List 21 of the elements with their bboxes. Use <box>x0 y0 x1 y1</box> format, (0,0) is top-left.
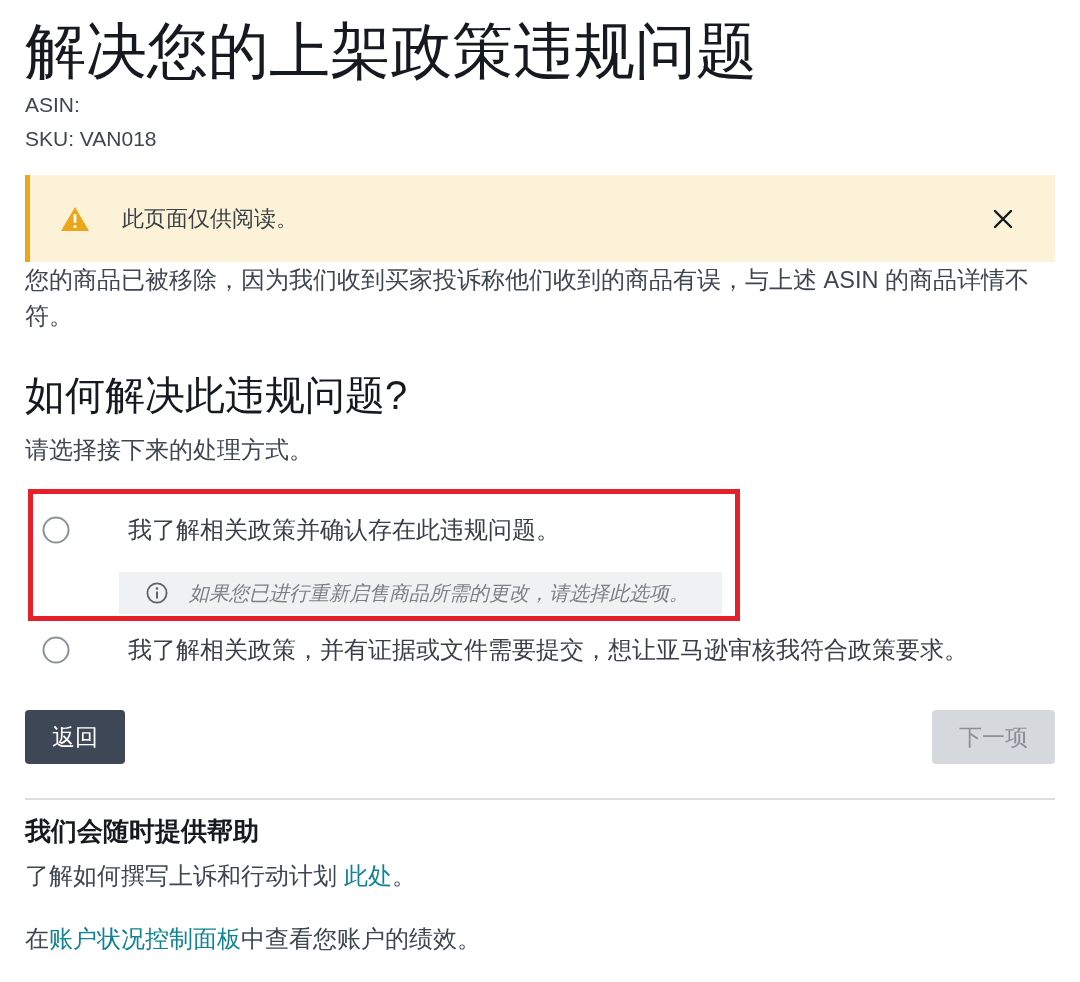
section-heading: 如何解决此违规问题? <box>25 372 408 419</box>
page-title: 解决您的上架政策违规问题 <box>25 18 757 85</box>
hint-text: 如果您已进行重新启售商品所需的更改，请选择此选项。 <box>189 581 689 606</box>
close-icon[interactable] <box>993 208 1013 229</box>
back-button[interactable]: 返回 <box>25 710 125 764</box>
warning-icon <box>60 205 90 232</box>
asin-label: ASIN: <box>25 92 80 118</box>
option-label[interactable]: 我了解相关政策，并有证据或文件需要提交，想让亚马逊审核我符合政策要求。 <box>128 632 968 668</box>
help-heading: 我们会随时提供帮助 <box>25 815 259 848</box>
sku-label: SKU: VAN018 <box>25 126 157 152</box>
option-label[interactable]: 我了解相关政策并确认存在此违规问题。 <box>128 512 560 548</box>
radio-button[interactable] <box>42 636 70 664</box>
instruction-text: 请选择接下来的处理方式。 <box>25 437 313 463</box>
radio-button[interactable] <box>42 516 70 544</box>
info-icon <box>146 582 168 604</box>
help-text: 了解如何撰写上诉和行动计划 此处。 <box>25 862 417 891</box>
help-link[interactable]: 账户状况控制面板 <box>49 926 241 952</box>
alert-message: 此页面仅供阅读。 <box>122 204 298 233</box>
removal-notice: 您的商品已被移除，因为我们收到买家投诉称他们收到的商品有误，与上述 ASIN 的商品详情不符。 <box>25 266 1030 331</box>
help-link[interactable]: 此处 <box>343 863 392 889</box>
help-text: 在账户状况控制面板中查看您账户的绩效。 <box>25 925 482 954</box>
